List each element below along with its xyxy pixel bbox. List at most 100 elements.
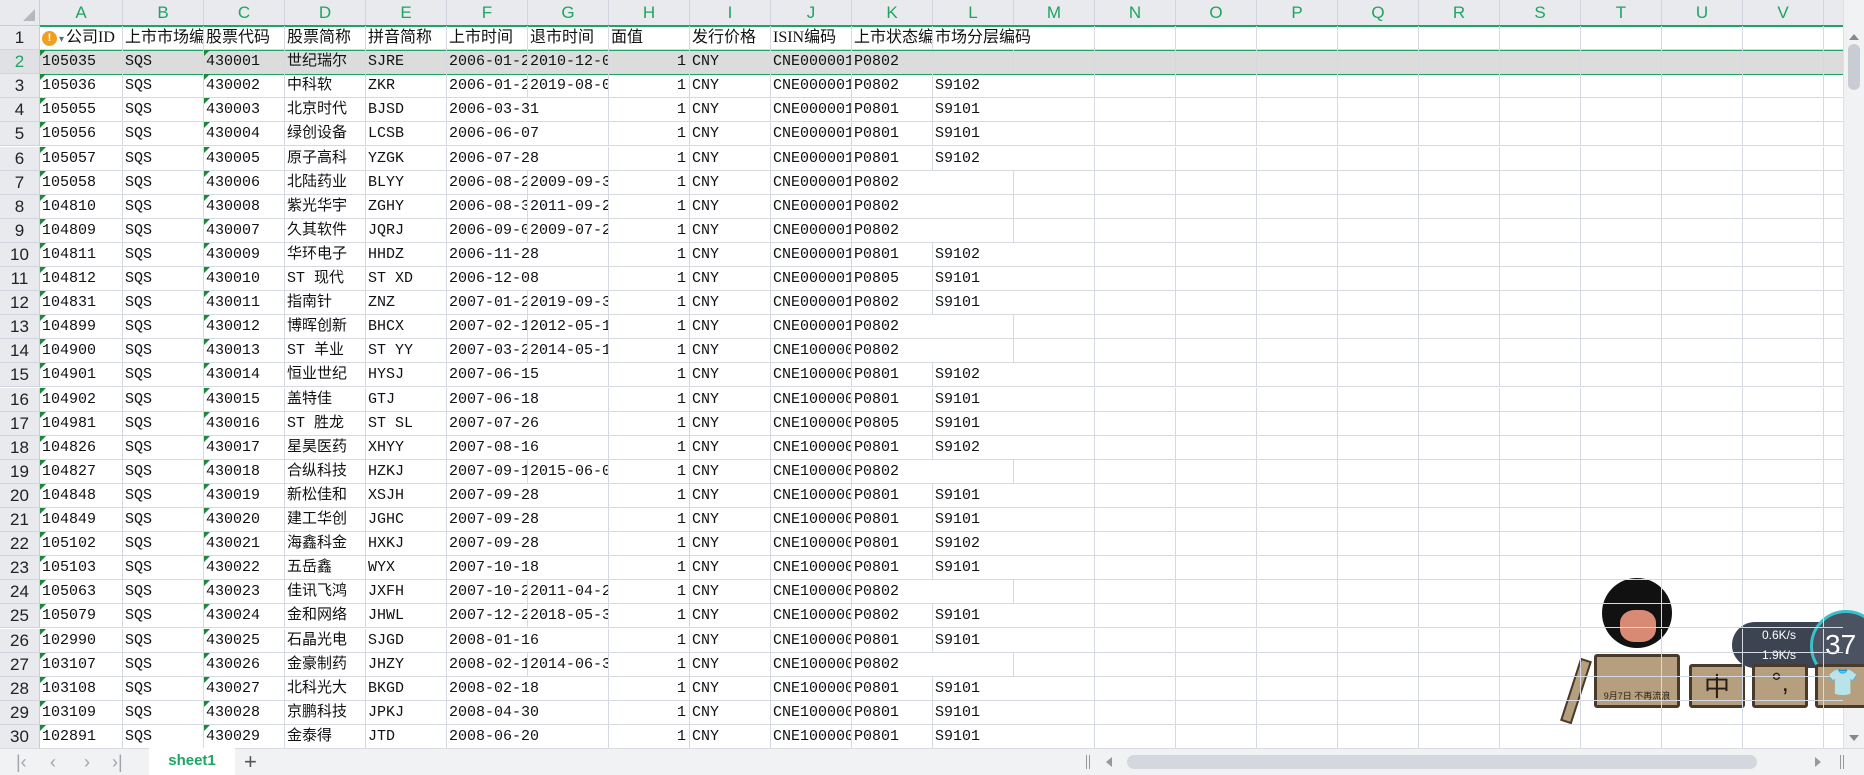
cell-C21[interactable]: 430020 — [204, 508, 285, 533]
cell-T6[interactable] — [1581, 146, 1662, 171]
cell-O11[interactable] — [1176, 267, 1257, 292]
cell-U27[interactable] — [1662, 652, 1743, 677]
cell-A8[interactable]: 104810 — [40, 194, 123, 219]
cell-F9[interactable]: 2006-09-0 — [447, 218, 528, 243]
header-cell-E[interactable]: 拼音简称 — [366, 26, 447, 51]
cell-K22[interactable]: P0801 — [852, 532, 933, 557]
cell-F29[interactable]: 2008-04-30 — [447, 700, 609, 725]
cell-L22[interactable]: S9102 — [933, 532, 1095, 557]
header-cell-B[interactable]: 上市市场编 — [123, 26, 204, 51]
cell-B4[interactable]: SQS — [123, 98, 204, 123]
cell-D3[interactable]: 中科软 — [285, 74, 366, 99]
cell-U2[interactable] — [1662, 50, 1743, 75]
cell-W25[interactable] — [1824, 604, 1843, 629]
cell-V17[interactable] — [1743, 411, 1824, 436]
cell-J18[interactable]: CNE100000 — [771, 435, 852, 460]
cell-A7[interactable]: 105058 — [40, 170, 123, 195]
cell-N13[interactable] — [1095, 315, 1176, 340]
cell-D22[interactable]: 海鑫科金 — [285, 532, 366, 557]
cell-S26[interactable] — [1500, 628, 1581, 653]
cell-K4[interactable]: P0801 — [852, 98, 933, 123]
cell-K25[interactable]: P0802 — [852, 604, 933, 629]
cell-W11[interactable] — [1824, 267, 1843, 292]
cell-O30[interactable] — [1176, 724, 1257, 748]
column-header-T[interactable]: T — [1581, 0, 1662, 26]
column-header-J[interactable]: J — [771, 0, 852, 26]
cell-V4[interactable] — [1743, 98, 1824, 123]
cell-M7[interactable] — [1014, 170, 1095, 195]
cell-C16[interactable]: 430015 — [204, 387, 285, 412]
cell-S11[interactable] — [1500, 267, 1581, 292]
cell-F17[interactable]: 2007-07-26 — [447, 411, 609, 436]
cell-J16[interactable]: CNE100000 — [771, 387, 852, 412]
cell-K29[interactable]: P0801 — [852, 700, 933, 725]
cell-C26[interactable]: 430025 — [204, 628, 285, 653]
cell-N7[interactable] — [1095, 170, 1176, 195]
cell-N4[interactable] — [1095, 98, 1176, 123]
cell-F21[interactable]: 2007-09-28 — [447, 508, 609, 533]
cell-P11[interactable] — [1257, 267, 1338, 292]
cell-C25[interactable]: 430024 — [204, 604, 285, 629]
cell-B30[interactable]: SQS — [123, 724, 204, 748]
cell-C20[interactable]: 430019 — [204, 483, 285, 508]
cell-P9[interactable] — [1257, 218, 1338, 243]
cell-G25[interactable]: 2018-05-3 — [528, 604, 609, 629]
cell-H17[interactable]: 1 — [609, 411, 690, 436]
cell-V13[interactable] — [1743, 315, 1824, 340]
cell-J29[interactable]: CNE100000 — [771, 700, 852, 725]
row-header-12[interactable]: 12 — [0, 291, 40, 316]
cell-T26[interactable] — [1581, 628, 1662, 653]
cell-D23[interactable]: 五岳鑫 — [285, 556, 366, 581]
cell-I4[interactable]: CNY — [690, 98, 771, 123]
cell-J12[interactable]: CNE000001 — [771, 291, 852, 316]
cell-R24[interactable] — [1419, 580, 1500, 605]
cell-O12[interactable] — [1176, 291, 1257, 316]
cell-P30[interactable] — [1257, 724, 1338, 748]
horizontal-scroll-thumb[interactable] — [1127, 755, 1757, 769]
cell-B11[interactable]: SQS — [123, 267, 204, 292]
cell-V2[interactable] — [1743, 50, 1824, 75]
cell-B17[interactable]: SQS — [123, 411, 204, 436]
cell-F25[interactable]: 2007-12-2 — [447, 604, 528, 629]
header-cell-C[interactable]: 股票代码 — [204, 26, 285, 51]
cell-Q21[interactable] — [1338, 508, 1419, 533]
cell-L11[interactable]: S9101 — [933, 267, 1095, 292]
cell-E21[interactable]: JGHC — [366, 508, 447, 533]
cell-P24[interactable] — [1257, 580, 1338, 605]
cell-T3[interactable] — [1581, 74, 1662, 99]
cell-K5[interactable]: P0801 — [852, 122, 933, 147]
cell-K8[interactable]: P0802 — [852, 194, 1014, 219]
cell-V16[interactable] — [1743, 387, 1824, 412]
cell-V18[interactable] — [1743, 435, 1824, 460]
cell-O21[interactable] — [1176, 508, 1257, 533]
cell-D2[interactable]: 世纪瑞尔 — [285, 50, 366, 75]
cell-W9[interactable] — [1824, 219, 1843, 243]
cell-B12[interactable]: SQS — [123, 291, 204, 316]
cell-F14[interactable]: 2007-03-2 — [447, 339, 528, 364]
cell-S17[interactable] — [1500, 411, 1581, 436]
cell-B8[interactable]: SQS — [123, 194, 204, 219]
cell-S30[interactable] — [1500, 724, 1581, 748]
cell-J30[interactable]: CNE100000 — [771, 724, 852, 748]
cell-T30[interactable] — [1581, 724, 1662, 748]
header-cell-F[interactable]: 上市时间 — [447, 26, 528, 51]
cell-U9[interactable] — [1662, 218, 1743, 243]
cell-C9[interactable]: 430007 — [204, 218, 285, 243]
cell-C15[interactable]: 430014 — [204, 363, 285, 388]
cell-H6[interactable]: 1 — [609, 146, 690, 171]
cell-W7[interactable] — [1824, 171, 1843, 195]
header-cell-L[interactable]: 市场分层编码 — [933, 26, 1095, 51]
cell-W27[interactable] — [1824, 653, 1843, 677]
cell-R9[interactable] — [1419, 218, 1500, 243]
cell-F13[interactable]: 2007-02-1 — [447, 315, 528, 340]
cell-P29[interactable] — [1257, 700, 1338, 725]
cell-L30[interactable]: S9101 — [933, 724, 1095, 748]
cell-T12[interactable] — [1581, 291, 1662, 316]
cell-O18[interactable] — [1176, 435, 1257, 460]
cell-R5[interactable] — [1419, 122, 1500, 147]
cell-W15[interactable] — [1824, 363, 1843, 388]
cell-J15[interactable]: CNE100000 — [771, 363, 852, 388]
row-header-5[interactable]: 5 — [0, 122, 40, 147]
header-cell-N[interactable] — [1095, 26, 1176, 51]
spreadsheet-grid[interactable]: ABCDEFGHIJKLMNOPQRSTUVW1!▾公司ID上市市场编股票代码股… — [0, 0, 1843, 748]
